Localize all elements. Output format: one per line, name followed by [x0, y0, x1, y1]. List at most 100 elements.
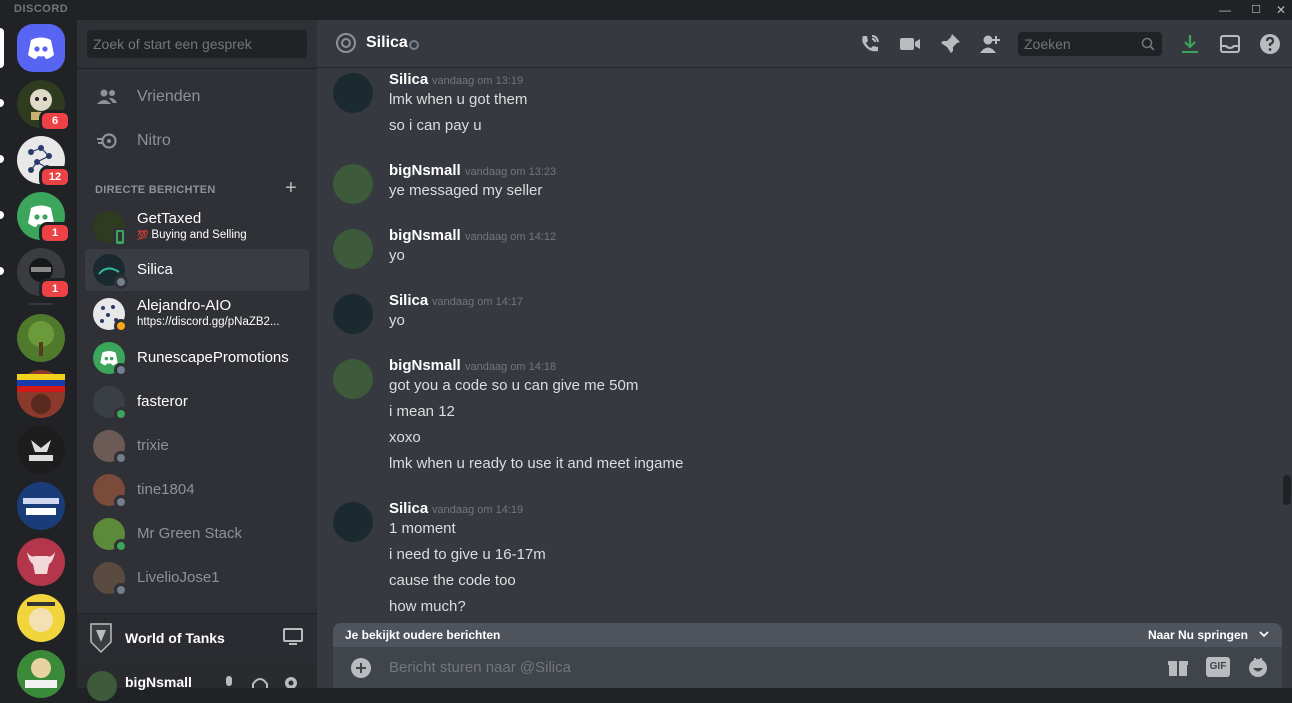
chat-header: Silica Zoeken — [317, 20, 1292, 68]
maximize-button[interactable]: ☐ — [1243, 0, 1269, 20]
microphone-icon[interactable] — [223, 676, 235, 688]
dm-search-input[interactable]: Zoek of start een gesprek — [87, 30, 307, 58]
selected-indicator — [0, 28, 4, 68]
message-group: bigNsmall vandaag om 14:18 got you a code … — [333, 357, 1263, 483]
message-group: bigNsmall vandaag om 13:23 ye messaged my … — [333, 162, 1263, 210]
video-call-icon[interactable] — [898, 32, 922, 56]
message-timestamp: vandaag om 13:23 — [465, 166, 557, 178]
server-icon[interactable]: 1 — [17, 248, 71, 300]
download-icon[interactable] — [1178, 32, 1202, 56]
nav-friends-label: Vrienden — [137, 88, 201, 105]
voice-call-icon[interactable] — [858, 32, 882, 56]
message-text: yo — [389, 312, 405, 329]
server-icon[interactable] — [17, 370, 65, 418]
server-separator — [29, 303, 53, 305]
dm-name: Alejandro-AIO — [137, 297, 232, 314]
server-icon[interactable] — [17, 650, 65, 698]
message-text: got you a code so u can give me 50m — [389, 377, 639, 394]
search-icon — [1141, 37, 1155, 51]
message-composer: Bericht sturen naar @Silica GIF — [333, 647, 1282, 688]
user-avatar[interactable] — [87, 671, 117, 701]
dm-item[interactable]: fasteror — [85, 381, 309, 423]
nav-friends[interactable]: Vrienden — [85, 76, 309, 118]
plus-icon — [356, 663, 366, 673]
dm-section-header: DIRECTE BERICHTEN — [95, 184, 216, 196]
message-avatar[interactable] — [333, 359, 373, 399]
message-input[interactable]: Bericht sturen naar @Silica — [389, 659, 571, 676]
message-timestamp: vandaag om 14:18 — [465, 361, 557, 373]
gif-button[interactable]: GIF — [1206, 657, 1230, 677]
create-dm-button[interactable]: + — [281, 178, 301, 198]
server-icon[interactable] — [17, 314, 65, 362]
emoji-icon[interactable] — [1246, 656, 1270, 678]
message-text: how much? — [389, 598, 466, 615]
gift-icon[interactable] — [1166, 656, 1190, 678]
nitro-icon — [97, 133, 117, 149]
mention-badge: 1 — [39, 222, 71, 244]
attach-button[interactable] — [351, 658, 371, 678]
home-button[interactable] — [17, 24, 65, 72]
discord-logo-icon — [28, 37, 54, 59]
dm-item[interactable]: RunescapePromotions — [85, 337, 309, 379]
vortex-logo-icon — [23, 498, 59, 515]
message-author[interactable]: Silica — [389, 71, 428, 88]
jump-to-present-button[interactable]: Naar Nu springen — [1148, 628, 1248, 642]
screen-share-icon[interactable] — [283, 628, 303, 646]
dm-item-active[interactable]: Silica — [85, 249, 309, 291]
world-of-tanks-icon — [90, 623, 112, 654]
message-author[interactable]: Silica — [389, 292, 428, 309]
message-author[interactable]: bigNsmall — [389, 227, 461, 244]
message-text: so i can pay u — [389, 117, 482, 134]
minimize-button[interactable]: — — [1212, 0, 1238, 20]
server-icon[interactable] — [17, 426, 65, 474]
server-icon[interactable] — [17, 482, 65, 530]
pin-icon[interactable] — [938, 32, 962, 56]
message-avatar[interactable] — [333, 229, 373, 269]
message-group: Silica vandaag om 13:19 lmk when u got the… — [333, 71, 1263, 145]
dm-name: fasteror — [137, 393, 188, 410]
dm-name: RunescapePromotions — [137, 349, 289, 366]
divider — [77, 68, 317, 69]
offline-status-icon — [114, 451, 128, 465]
dm-item[interactable]: LivelioJose1 — [85, 557, 309, 599]
message-author[interactable]: bigNsmall — [389, 357, 461, 374]
message-author[interactable]: bigNsmall — [389, 162, 461, 179]
close-window-button[interactable]: ✕ — [1268, 0, 1292, 20]
offline-status-icon — [114, 363, 128, 377]
settings-gear-icon[interactable] — [283, 675, 299, 688]
server-icon[interactable]: 12 — [17, 136, 71, 188]
offline-status-icon — [114, 583, 128, 597]
chat-title: Silica — [366, 34, 408, 51]
server-icon[interactable]: 6 — [17, 80, 71, 132]
nav-nitro[interactable]: Nitro — [85, 120, 309, 162]
headphones-icon[interactable] — [251, 676, 269, 688]
message-avatar[interactable] — [333, 294, 373, 334]
dm-status-text: 💯 Buying and Selling — [137, 229, 307, 241]
server-list: 6 12 1 1 — [0, 20, 77, 698]
mention-badge: 12 — [39, 166, 71, 188]
server-icon[interactable]: 1 — [17, 192, 71, 244]
at-icon — [336, 33, 356, 53]
message-avatar[interactable] — [333, 502, 373, 542]
message-author[interactable]: Silica — [389, 500, 428, 517]
dm-item[interactable]: GetTaxed 💯 Buying and Selling — [85, 206, 309, 248]
dm-item[interactable]: trixie — [85, 425, 309, 467]
header-search-input[interactable]: Zoeken — [1018, 32, 1162, 56]
server-icon[interactable] — [17, 538, 65, 586]
unread-indicator — [0, 155, 4, 163]
add-friend-to-dm-icon[interactable] — [978, 32, 1002, 56]
help-icon[interactable] — [1258, 32, 1282, 56]
server-icon[interactable] — [17, 594, 65, 642]
inbox-icon[interactable] — [1218, 32, 1242, 56]
message-avatar[interactable] — [333, 73, 373, 113]
dm-item[interactable]: Alejandro-AIO https://discord.gg/pNaZB2.… — [85, 293, 309, 335]
mention-badge: 1 — [39, 278, 71, 300]
message-group: Silica vandaag om 14:17 yo — [333, 292, 1263, 340]
scrollbar-thumb[interactable] — [1283, 475, 1291, 505]
dm-item[interactable]: Mr Green Stack — [85, 513, 309, 555]
message-avatar[interactable] — [333, 164, 373, 204]
dm-item[interactable]: tine1804 — [85, 469, 309, 511]
message-text: i mean 12 — [389, 403, 455, 420]
dm-status-text: https://discord.gg/pNaZB2... — [137, 316, 280, 328]
message-list: Silica vandaag om 13:19 lmk when u got the… — [317, 69, 1277, 623]
